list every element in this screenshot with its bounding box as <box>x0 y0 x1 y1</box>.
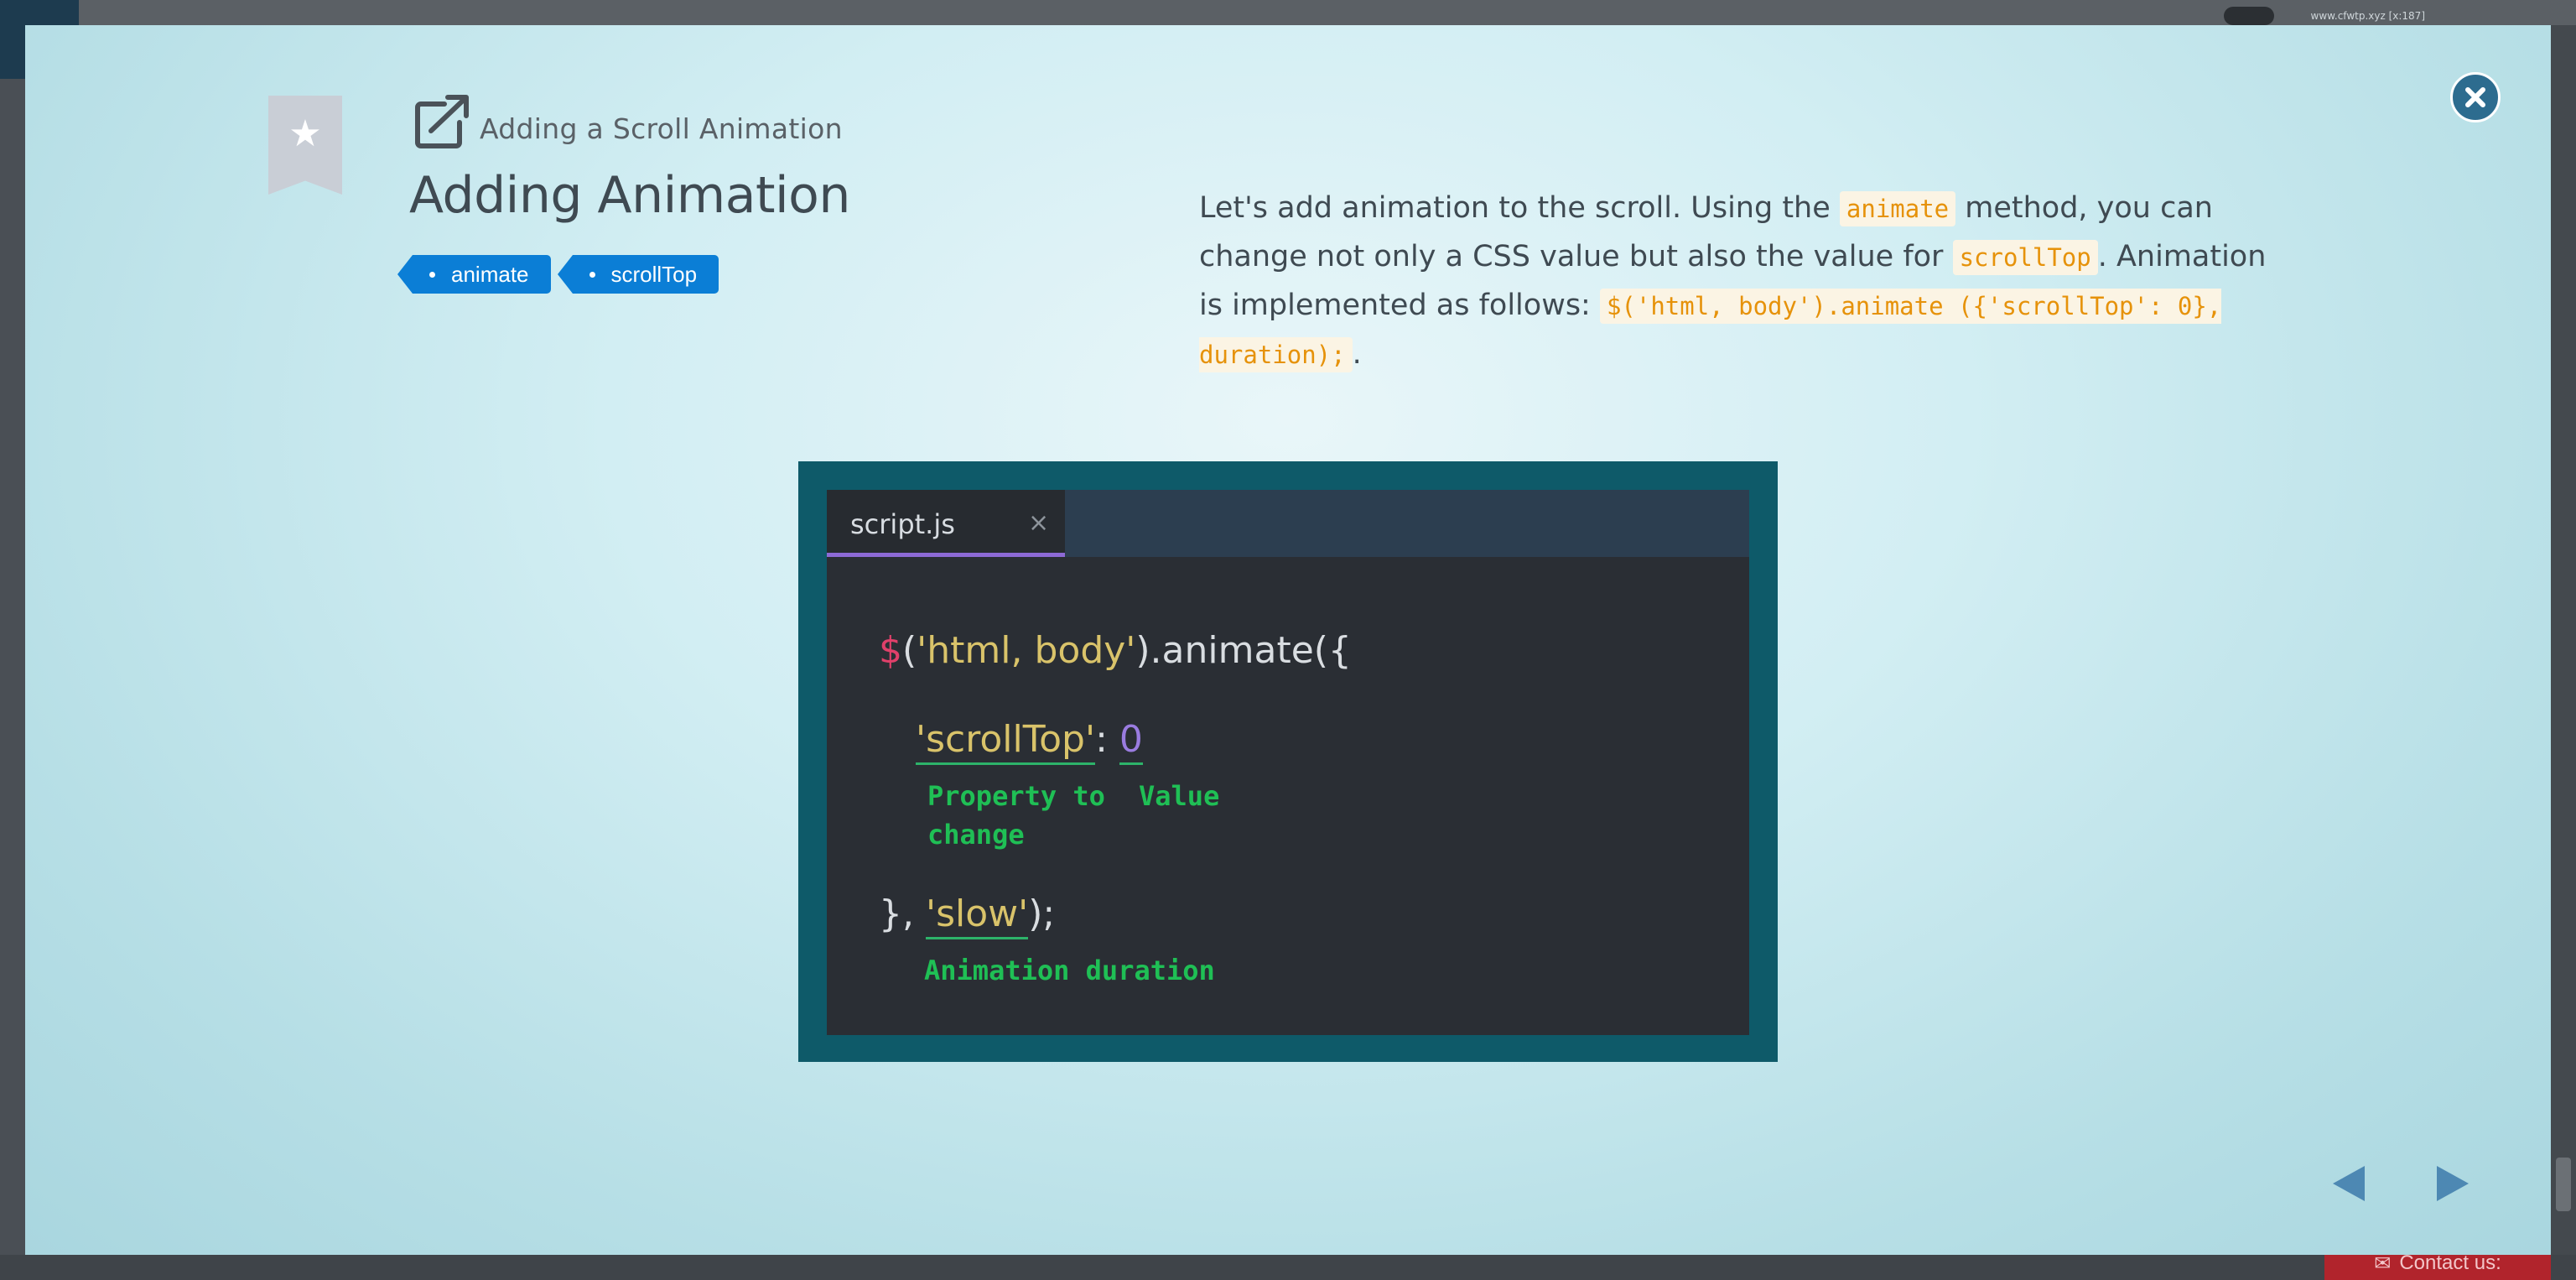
editor-tab-bar: script.js × <box>827 490 1749 557</box>
code-line-3: }, 'slow'); <box>879 892 1056 939</box>
code-dollar: $ <box>879 629 902 672</box>
code-close-brace: }, <box>879 892 926 935</box>
annotation-text: change <box>927 819 1025 851</box>
code-animate-call: ).animate({ <box>1135 629 1352 672</box>
page-top-url: www.cfwtp.xyz [x:187] <box>2310 10 2425 22</box>
star-icon: ★ <box>288 112 322 155</box>
annotation-text: Property to <box>927 780 1105 812</box>
avatar <box>2224 7 2274 25</box>
tag-dot <box>589 272 595 278</box>
page-title: Adding Animation <box>409 166 850 225</box>
code-property-key: 'scrollTop' <box>916 718 1096 765</box>
inline-code-animate: animate <box>1839 191 1956 226</box>
code-duration-string: 'slow' <box>925 892 1029 939</box>
tag-scrolltop[interactable]: scrollTop <box>557 255 719 294</box>
tab-script-js[interactable]: script.js × <box>827 490 1065 557</box>
lesson-modal: ★ Adding a Scroll Animation Adding Anima… <box>25 25 2551 1255</box>
inline-code-scrolltop: scrollTop <box>1952 240 2098 275</box>
triangle-right-icon <box>2437 1166 2469 1201</box>
page-bottom-bar <box>0 1255 2576 1280</box>
next-slide-button[interactable] <box>2432 1163 2474 1205</box>
tag-list: animate scrollTop <box>397 255 719 294</box>
code-editor: script.js × $('html, body').animate({ 's… <box>827 490 1749 1035</box>
bookmark-button[interactable]: ★ <box>268 96 342 195</box>
code-selector-string: 'html, body' <box>917 629 1136 672</box>
page-scrollbar[interactable] <box>2551 25 2576 1255</box>
code-line-2: 'scrollTop': 0 <box>916 718 1143 765</box>
description-text: Let's add animation to the scroll. Using… <box>1199 191 1840 225</box>
code-colon: : <box>1095 718 1119 761</box>
annotation-duration: Animation duration <box>924 955 1215 986</box>
scrollbar-thumb[interactable] <box>2556 1158 2571 1211</box>
prev-slide-button[interactable] <box>2328 1163 2370 1205</box>
annotation-property: Property to change <box>927 777 1105 854</box>
lesson-subtitle: Adding a Scroll Animation <box>480 112 843 145</box>
tab-label: script.js <box>850 508 955 540</box>
contact-us-label: Contact us: <box>2399 1251 2501 1274</box>
code-close-paren: ); <box>1028 892 1056 935</box>
description-text: . <box>1352 337 1362 371</box>
close-icon <box>2465 87 2485 107</box>
tag-animate[interactable]: animate <box>397 255 551 294</box>
tag-label: animate <box>451 261 529 287</box>
code-paren: ( <box>902 629 917 672</box>
annotation-value: Value <box>1139 780 1220 812</box>
lesson-description: Let's add animation to the scroll. Using… <box>1199 185 2289 379</box>
close-button[interactable] <box>2450 72 2501 122</box>
tab-close-icon[interactable]: × <box>1028 508 1049 538</box>
code-property-value: 0 <box>1119 718 1143 765</box>
triangle-left-icon <box>2333 1166 2365 1201</box>
page-top-bar: www.cfwtp.xyz [x:187] <box>79 0 2576 25</box>
external-link-icon[interactable] <box>413 92 471 151</box>
tag-label: scrollTop <box>610 261 698 287</box>
tag-dot <box>429 272 435 278</box>
code-illustration: script.js × $('html, body').animate({ 's… <box>798 461 1778 1062</box>
code-line-1: $('html, body').animate({ <box>879 629 1352 672</box>
